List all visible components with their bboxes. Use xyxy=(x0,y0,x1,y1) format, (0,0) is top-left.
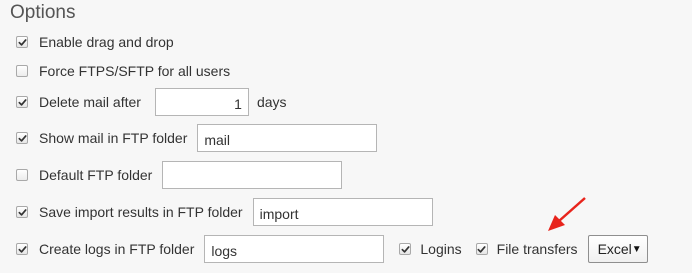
option-drag-drop-row: Enable drag and drop xyxy=(16,28,174,56)
logs-folder-input[interactable] xyxy=(204,235,385,263)
option-delete-mail-row: Delete mail after days xyxy=(16,88,287,116)
option-save-import-row: Save import results in FTP folder xyxy=(16,198,433,226)
logins-label: Logins xyxy=(420,241,462,257)
annotation-arrow-shaft xyxy=(558,197,586,222)
delete-mail-days-input[interactable] xyxy=(154,88,249,116)
drag-drop-checkbox[interactable] xyxy=(16,36,28,48)
create-logs-checkbox[interactable] xyxy=(16,243,28,255)
mail-folder-input[interactable] xyxy=(197,124,378,152)
force-ftps-checkbox[interactable] xyxy=(16,65,28,77)
logins-option: Logins xyxy=(399,241,462,257)
delete-mail-label: Delete mail after xyxy=(39,94,141,110)
log-format-value: Excel xyxy=(597,241,632,257)
create-logs-label: Create logs in FTP folder xyxy=(39,241,195,257)
option-force-ftps-row: Force FTPS/SFTP for all users xyxy=(16,57,230,85)
option-create-logs-row: Create logs in FTP folder Logins File tr… xyxy=(16,235,648,263)
days-label: days xyxy=(256,94,287,110)
option-show-mail-row: Show mail in FTP folder xyxy=(16,124,378,152)
default-ftp-label: Default FTP folder xyxy=(39,167,153,183)
logins-checkbox[interactable] xyxy=(399,243,412,255)
chevron-down-icon: ▼ xyxy=(631,243,642,255)
log-format-select[interactable]: Excel ▼ xyxy=(587,235,648,263)
save-import-checkbox[interactable] xyxy=(16,206,28,218)
option-default-ftp-row: Default FTP folder xyxy=(16,161,343,189)
default-ftp-folder-input[interactable] xyxy=(162,161,343,189)
show-mail-label: Show mail in FTP folder xyxy=(39,130,188,146)
import-folder-input[interactable] xyxy=(252,198,433,226)
file-transfers-checkbox[interactable] xyxy=(475,243,488,255)
delete-mail-checkbox[interactable] xyxy=(16,96,28,108)
file-transfers-label: File transfers xyxy=(496,241,578,257)
show-mail-checkbox[interactable] xyxy=(16,132,28,144)
options-title: Options xyxy=(10,2,76,23)
save-import-label: Save import results in FTP folder xyxy=(39,204,243,220)
file-transfers-option: File transfers xyxy=(475,241,578,257)
force-ftps-label: Force FTPS/SFTP for all users xyxy=(39,63,231,79)
drag-drop-label: Enable drag and drop xyxy=(39,34,174,50)
annotation-arrow-icon xyxy=(548,197,586,231)
default-ftp-checkbox[interactable] xyxy=(16,169,28,181)
